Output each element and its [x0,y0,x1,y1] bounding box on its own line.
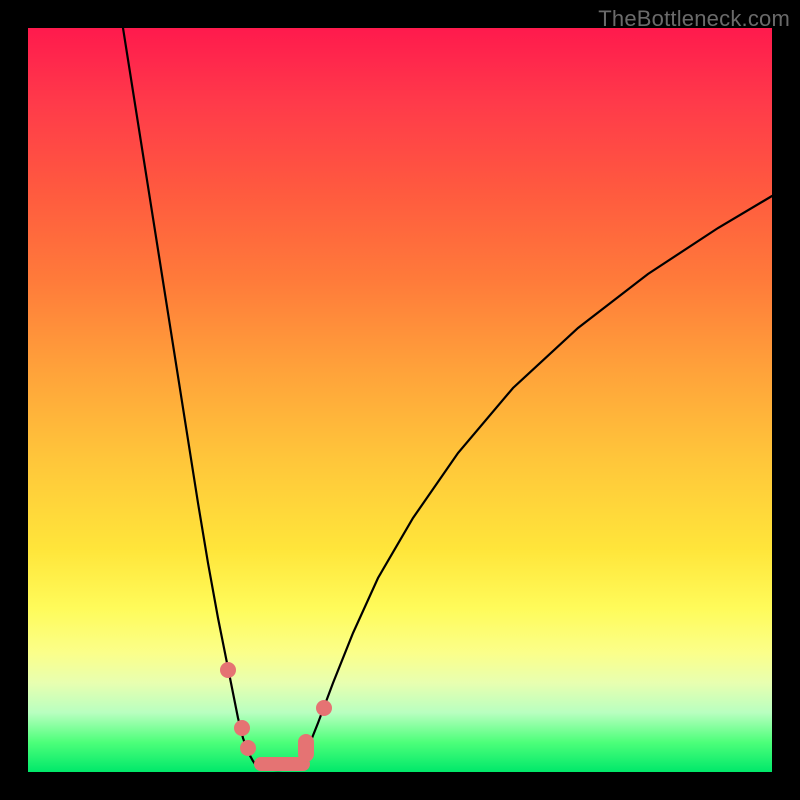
left-branch-curve [123,28,258,768]
right-branch-curve [298,196,772,768]
chart-stage: TheBottleneck.com [0,0,800,800]
curves-svg [28,28,772,772]
marker-pill [298,734,314,762]
marker-dot [240,740,256,756]
marker-dot [316,700,332,716]
marker-dot [220,662,236,678]
marker-dot [234,720,250,736]
watermark-text: TheBottleneck.com [598,6,790,32]
plot-area [28,28,772,772]
